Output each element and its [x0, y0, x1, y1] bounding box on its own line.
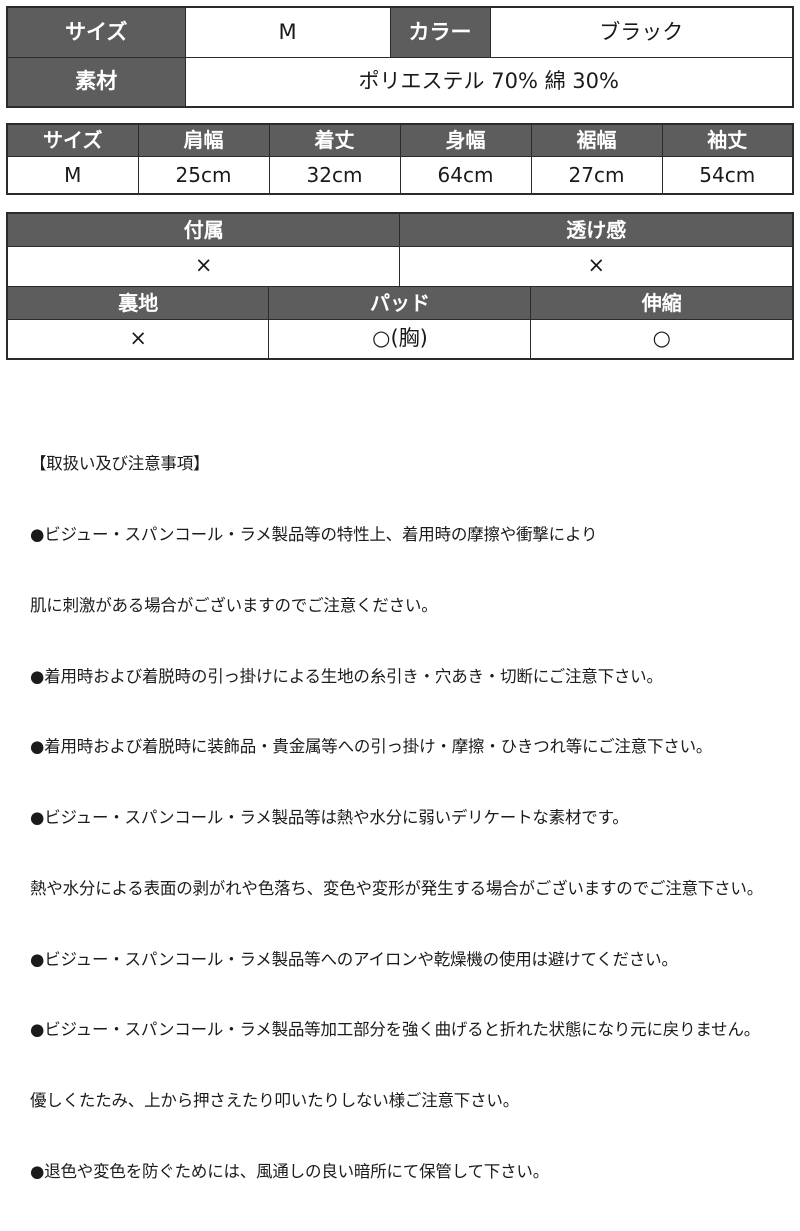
feature-value-sheerness: × — [399, 245, 794, 287]
product-spec-sheet: サイズ M カラー ブラック 素材 ポリエステル 70% 綿 30% サイズ 肩… — [0, 6, 800, 1181]
feature-value-row-one: × × — [6, 245, 794, 287]
measure-header-shoulder: 肩幅 — [137, 123, 270, 157]
color-label-cell: カラー — [389, 6, 491, 58]
measure-value-bust: 64cm — [399, 155, 532, 195]
measure-value-length: 32cm — [268, 155, 401, 195]
material-label-cell: 素材 — [6, 56, 186, 108]
measure-header-sleeve: 袖丈 — [661, 123, 794, 157]
care-instructions-title: 【取扱い及び注意事項】 — [30, 454, 210, 474]
feature-header-pad: パッド — [268, 285, 532, 320]
care-instruction-line: 熱や水分による表面の剥がれや色落ち、変色や変形が発生する場合がございますのでご注… — [30, 878, 764, 898]
table-row: サイズ M カラー ブラック — [6, 6, 794, 58]
care-instruction-line: ●着用時および着脱時に装飾品・貴金属等への引っ掛け・摩擦・ひきつれ等にご注意下さ… — [30, 737, 713, 757]
measure-header-length: 着丈 — [268, 123, 401, 157]
measure-value-size: M — [6, 155, 139, 195]
size-value-cell: M — [184, 6, 391, 58]
material-value-cell: ポリエステル 70% 綿 30% — [184, 56, 794, 108]
table-row: 素材 ポリエステル 70% 綿 30% — [6, 56, 794, 108]
measurement-table: サイズ 肩幅 着丈 身幅 裾幅 袖丈 M 25cm 32cm 64cm 27cm… — [6, 123, 794, 195]
feature-header-accessory: 付属 — [6, 212, 401, 247]
feature-table: 付属 透け感 × × 裏地 パッド 伸縮 × ○(胸) ○ — [5, 212, 795, 360]
care-instruction-line: ●着用時および着脱時の引っ掛けによる生地の糸引き・穴あき・切断にご注意下さい。 — [30, 666, 663, 686]
feature-value-pad: ○(胸) — [268, 318, 532, 360]
basic-spec-table: サイズ M カラー ブラック 素材 ポリエステル 70% 綿 30% — [6, 6, 794, 108]
feature-value-row-two: × ○(胸) ○ — [6, 318, 794, 360]
measure-value-hem: 27cm — [530, 155, 663, 195]
feature-header-stretch: 伸縮 — [530, 285, 794, 320]
feature-header-lining: 裏地 — [6, 285, 270, 320]
care-instruction-line: ●ビジュー・スパンコール・ラメ製品等へのアイロンや乾燥機の使用は避けてください。 — [30, 949, 678, 969]
measure-header-bust: 身幅 — [399, 123, 532, 157]
care-instruction-line: 肌に刺激がある場合がございますのでご注意ください。 — [30, 595, 438, 615]
care-instruction-line: ●ビジュー・スパンコール・ラメ製品等の特性上、着用時の摩擦や衝撃により — [30, 524, 598, 544]
measurement-header-row: サイズ 肩幅 着丈 身幅 裾幅 袖丈 — [6, 123, 794, 157]
feature-value-lining: × — [6, 318, 270, 360]
care-instruction-line: 優しくたたみ、上から押さえたり叩いたりしない様ご注意下さい。 — [30, 1091, 520, 1111]
care-instructions: 【取扱い及び注意事項】 ●ビジュー・スパンコール・ラメ製品等の特性上、着用時の摩… — [30, 405, 800, 1231]
feature-value-stretch: ○ — [530, 318, 794, 360]
feature-value-accessory: × — [6, 245, 401, 287]
care-instruction-line: ●ビジュー・スパンコール・ラメ製品等加工部分を強く曲げると折れた状態になり元に戻… — [30, 1020, 761, 1040]
feature-header-row-two: 裏地 パッド 伸縮 — [6, 285, 794, 320]
feature-header-sheerness: 透け感 — [399, 212, 794, 247]
measure-header-hem: 裾幅 — [530, 123, 663, 157]
care-instruction-line: ●退色や変色を防ぐためには、風通しの良い暗所にて保管して下さい。 — [30, 1162, 550, 1181]
care-instruction-line: ●ビジュー・スパンコール・ラメ製品等は熱や水分に弱いデリケートな素材です。 — [30, 808, 629, 828]
size-label-cell: サイズ — [6, 6, 186, 58]
feature-header-row-one: 付属 透け感 — [6, 212, 794, 247]
measure-value-shoulder: 25cm — [137, 155, 270, 195]
measurement-value-row: M 25cm 32cm 64cm 27cm 54cm — [6, 155, 794, 195]
measure-value-sleeve: 54cm — [661, 155, 794, 195]
color-value-cell: ブラック — [489, 6, 794, 58]
measure-header-size: サイズ — [6, 123, 139, 157]
